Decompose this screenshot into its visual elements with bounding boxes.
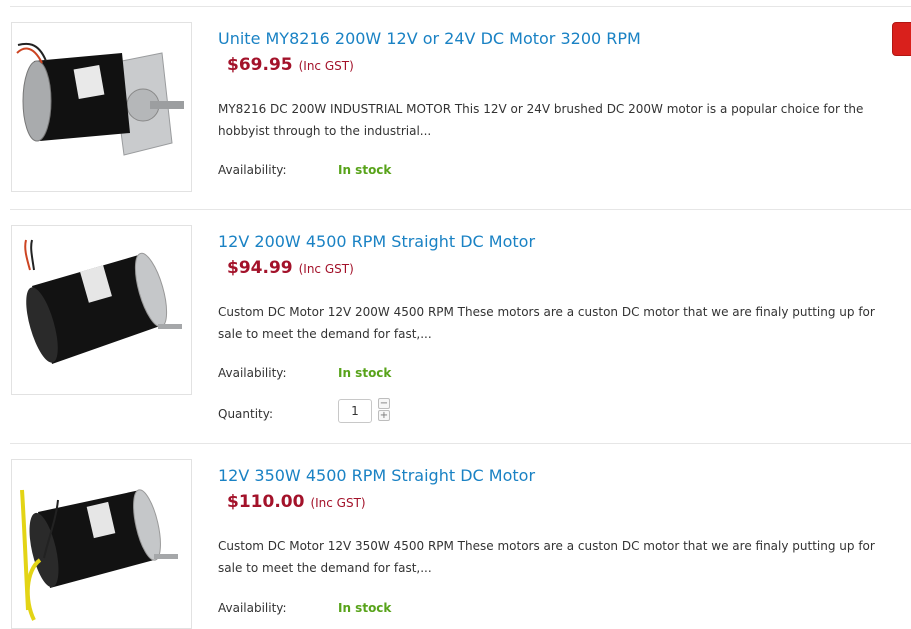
- plus-icon: +: [379, 410, 389, 421]
- product-price: $110.00 (Inc GST): [227, 492, 366, 512]
- minus-icon: −: [379, 398, 389, 409]
- product-description: MY8216 DC 200W INDUSTRIAL MOTOR This 12V…: [218, 102, 864, 138]
- price-value: $69.95: [227, 55, 293, 75]
- availability-label: Availability:: [218, 601, 287, 615]
- price-value: $110.00: [227, 492, 305, 512]
- product-price: $94.99 (Inc GST): [227, 258, 354, 278]
- availability-status: In stock: [338, 366, 392, 380]
- availability-status: In stock: [338, 163, 392, 177]
- product-image[interactable]: [11, 22, 192, 192]
- product-title-link[interactable]: 12V 350W 4500 RPM Straight DC Motor: [218, 466, 535, 485]
- product-description: Custom DC Motor 12V 200W 4500 RPM These …: [218, 305, 875, 341]
- quantity-increment-button[interactable]: +: [378, 410, 390, 421]
- gst-note: (Inc GST): [298, 262, 354, 276]
- availability-label: Availability:: [218, 366, 287, 380]
- divider: [10, 443, 911, 444]
- divider: [10, 209, 911, 210]
- add-to-cart-button[interactable]: [892, 22, 911, 56]
- product-image[interactable]: [11, 459, 192, 629]
- product-price: $69.95 (Inc GST): [227, 55, 354, 75]
- availability-status: In stock: [338, 601, 392, 615]
- product-description: Custom DC Motor 12V 350W 4500 RPM These …: [218, 539, 875, 575]
- quantity-decrement-button[interactable]: −: [378, 398, 390, 409]
- quantity-label: Quantity:: [218, 407, 274, 421]
- price-value: $94.99: [227, 258, 293, 278]
- gst-note: (Inc GST): [298, 59, 354, 73]
- divider: [10, 6, 911, 7]
- availability-label: Availability:: [218, 163, 287, 177]
- quantity-input[interactable]: [338, 399, 372, 423]
- product-title-link[interactable]: 12V 200W 4500 RPM Straight DC Motor: [218, 232, 535, 251]
- product-image[interactable]: [11, 225, 192, 395]
- gst-note: (Inc GST): [310, 496, 366, 510]
- product-title-link[interactable]: Unite MY8216 200W 12V or 24V DC Motor 32…: [218, 29, 641, 48]
